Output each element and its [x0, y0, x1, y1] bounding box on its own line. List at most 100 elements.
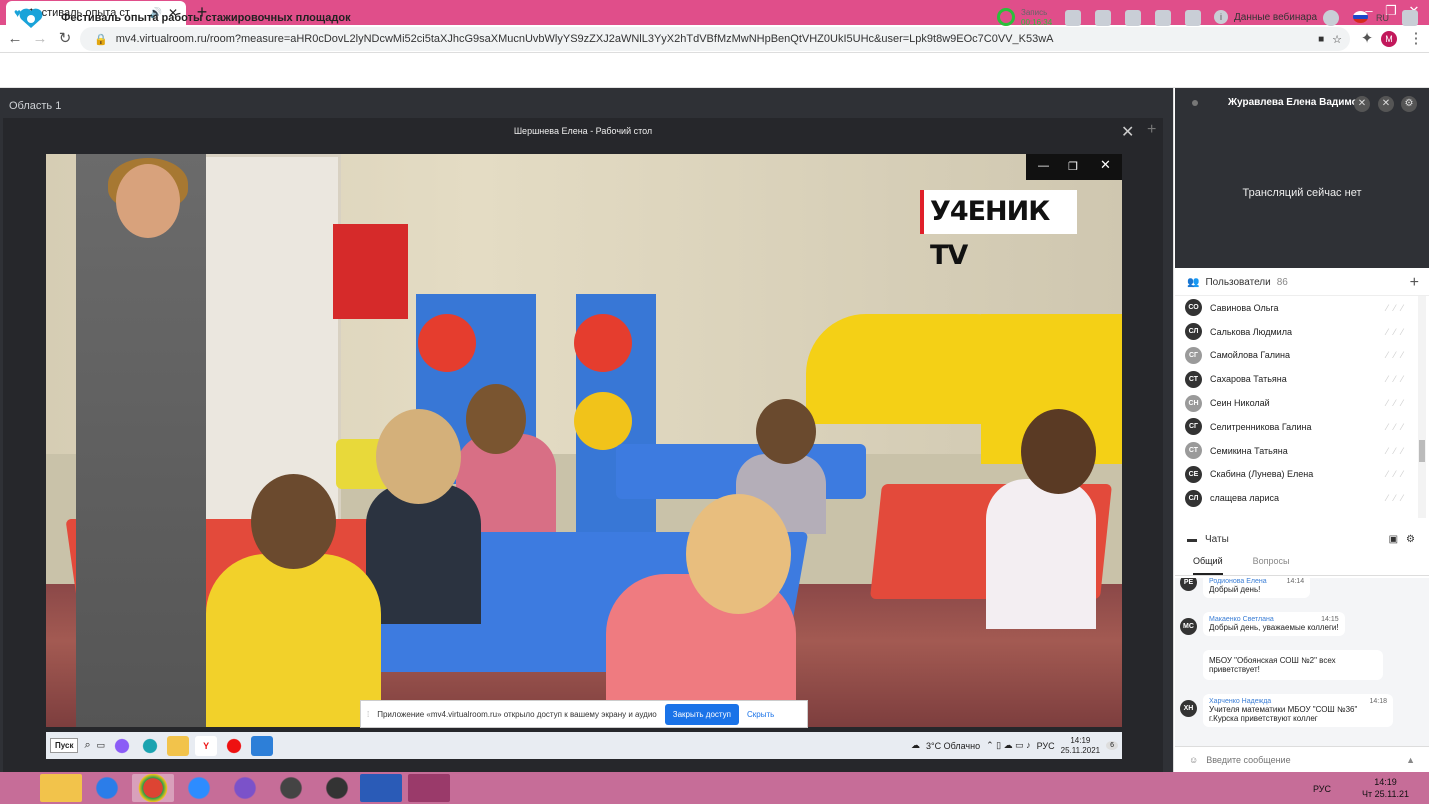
user-row[interactable]: СЕ Скабина (Лунева) Елена ⁄⁄⁄ [1175, 463, 1415, 487]
tab-general[interactable]: Общий [1193, 556, 1223, 575]
settings-gear-icon[interactable] [1323, 10, 1339, 26]
hide-notice-button[interactable]: Скрыть [747, 710, 774, 719]
presenter-settings-icon[interactable]: ⚙ [1401, 96, 1417, 112]
tray-icons: ⌃ ▯ ☁ ▭ ♪ [986, 740, 1031, 750]
presenter-name: Журавлева Елена Вадимо... [1228, 97, 1367, 108]
winrar-app-icon[interactable] [408, 774, 450, 802]
shared-desktop-taskbar: Пуск ⌕ ▭ Y ☁ 3°C Облачно ⌃ ▯ ☁ ▭ ♪ РУС 1… [46, 732, 1122, 759]
alice-app-icon[interactable] [111, 735, 134, 756]
users-header: 👥 Пользователи 86 + [1175, 270, 1429, 296]
user-status-icons: ⁄⁄⁄ [1386, 326, 1409, 337]
chat-avatar: МС [1180, 618, 1197, 635]
media-app-icon[interactable] [251, 735, 274, 756]
notification-badge[interactable]: 6 [1106, 741, 1118, 750]
video-scene-child [986, 479, 1096, 629]
users-scrollbar[interactable] [1418, 296, 1426, 518]
word-app-icon[interactable] [360, 774, 402, 802]
file-explorer-app-icon[interactable] [40, 774, 82, 802]
user-row[interactable]: СЛ Салькова Людмила ⁄⁄⁄ [1175, 320, 1415, 344]
yandex-app-icon[interactable]: Y [195, 735, 218, 756]
user-icon[interactable] [1185, 10, 1201, 26]
screen-share-icon[interactable] [1095, 10, 1111, 26]
game-app-icon[interactable] [270, 774, 312, 802]
start-button[interactable]: Пуск [50, 738, 79, 753]
internet-explorer-app-icon[interactable] [86, 774, 128, 802]
russian-flag-icon[interactable] [1353, 11, 1368, 23]
reload-icon[interactable]: ↻ [54, 29, 76, 49]
user-row[interactable]: СТ Семикина Татьяна ⁄⁄⁄ [1175, 439, 1415, 463]
tray-date: 25.11.2021 [1060, 745, 1101, 755]
chat-settings-icon[interactable]: ⚙ [1406, 534, 1415, 545]
profile-avatar[interactable]: M [1381, 31, 1397, 47]
area-label: Область 1 [9, 100, 62, 112]
close-window-icon[interactable]: ✕ [1121, 122, 1134, 142]
search-icon[interactable]: ⌕ [84, 739, 90, 752]
exit-icon[interactable] [1402, 10, 1418, 26]
user-name: Семикина Татьяна [1210, 445, 1288, 456]
tray-lang[interactable]: РУС [1037, 741, 1055, 751]
mic-off-icon[interactable]: ✕ [1354, 96, 1370, 112]
chat-text: МБОУ "Обоянская СОШ №2" всех приветствуе… [1209, 656, 1336, 674]
user-row[interactable]: СТ Сахарова Татьяна ⁄⁄⁄ [1175, 367, 1415, 391]
no-broadcast-text: Трансляций сейчас нет [1242, 187, 1362, 199]
chat-author: Харченко Надежда [1209, 698, 1272, 705]
folder-icon[interactable] [1155, 10, 1171, 26]
users-scrollbar-thumb[interactable] [1419, 440, 1425, 462]
edge-app-icon[interactable] [139, 735, 162, 756]
add-window-icon[interactable]: + [1147, 121, 1156, 139]
camera-icon[interactable]: ■ [1318, 34, 1324, 45]
chat-options-icon[interactable]: ▣ [1389, 534, 1398, 545]
user-row[interactable]: СГ Самойлова Галина ⁄⁄⁄ [1175, 344, 1415, 368]
task-view-icon[interactable]: ▭ [97, 740, 106, 751]
zoom-app-icon[interactable] [178, 774, 220, 802]
send-icon[interactable]: ▲ [1406, 755, 1415, 765]
camera-off-icon[interactable]: ✕ [1378, 96, 1394, 112]
user-row[interactable]: СН Сеин Николай ⁄⁄⁄ [1175, 391, 1415, 415]
os-time: 14:19 [1374, 777, 1397, 787]
bookmark-star-icon[interactable]: ☆ [1332, 33, 1342, 46]
video-scene-teacher [76, 154, 206, 727]
os-language[interactable]: РУС [1313, 784, 1331, 794]
user-row[interactable]: СО Савинова Ольга ⁄⁄⁄ [1175, 296, 1415, 320]
stop-sharing-button[interactable]: Закрыть доступ [664, 703, 739, 725]
video-maximize-icon[interactable]: ❐ [1068, 160, 1078, 173]
chat-message: ХН Харченко Надежда 14:18 Учителя математ… [1180, 694, 1393, 727]
back-icon[interactable]: ← [4, 29, 26, 49]
webinar-info-button[interactable]: i Данные вебинара [1214, 10, 1317, 24]
weather-widget[interactable]: ☁ 3°C Облачно ⌃ ▯ ☁ ▭ ♪ РУС 14:19 25.11.… [911, 736, 1118, 756]
tab-questions[interactable]: Вопросы [1253, 556, 1290, 575]
drag-handle-icon[interactable]: ⁞ [367, 710, 369, 719]
chat-bubble: Родионова Елена 14:14 Добрый день! [1203, 578, 1311, 598]
video-close-icon[interactable]: ✕ [1100, 157, 1111, 173]
browser-menu-icon[interactable]: ⋮ [1405, 29, 1427, 49]
user-status-icons: ⁄⁄⁄ [1386, 493, 1409, 504]
user-status-icons: ⁄⁄⁄ [1386, 398, 1409, 409]
forward-icon[interactable]: → [29, 29, 51, 49]
game2-app-icon[interactable] [316, 774, 358, 802]
chrome-app-icon[interactable] [132, 774, 174, 802]
explorer-app-icon[interactable] [167, 735, 190, 756]
address-bar[interactable]: 🔒 mv4.virtualroom.ru/room?measure=aHR0cD… [80, 27, 1350, 51]
extensions-icon[interactable]: ✦ [1356, 29, 1378, 49]
shared-window-title: Шершнева Елена - Рабочий стол [513, 126, 653, 136]
chat-avatar: ХН [1180, 700, 1197, 717]
info-icon: i [1214, 10, 1228, 24]
opera-app-icon[interactable] [223, 735, 246, 756]
video-minimize-icon[interactable]: — [1038, 160, 1049, 172]
chat-author: Макаенко Светлана [1209, 616, 1274, 623]
chat-message-input[interactable] [1206, 754, 1399, 765]
document-icon[interactable] [1125, 10, 1141, 26]
user-row[interactable]: СГ Селитренникова Галина ⁄⁄⁄ [1175, 415, 1415, 439]
chat-time: 14:15 [1321, 616, 1339, 623]
event-title: Фестиваль опыта работы стажировочных пло… [61, 12, 351, 24]
viber-app-icon[interactable] [224, 774, 266, 802]
user-row[interactable]: СЛ слащева лариса ⁄⁄⁄ [1175, 486, 1415, 510]
users-count: 86 [1276, 277, 1288, 288]
status-dot-icon [1192, 100, 1198, 106]
add-user-icon[interactable]: + [1410, 274, 1419, 292]
record-icon[interactable] [997, 8, 1015, 26]
layout-grid-icon[interactable] [1065, 10, 1081, 26]
language-label[interactable]: RU [1376, 13, 1389, 23]
emoji-icon[interactable]: ☺ [1189, 755, 1198, 765]
video-scene-teacher-face [116, 164, 180, 238]
